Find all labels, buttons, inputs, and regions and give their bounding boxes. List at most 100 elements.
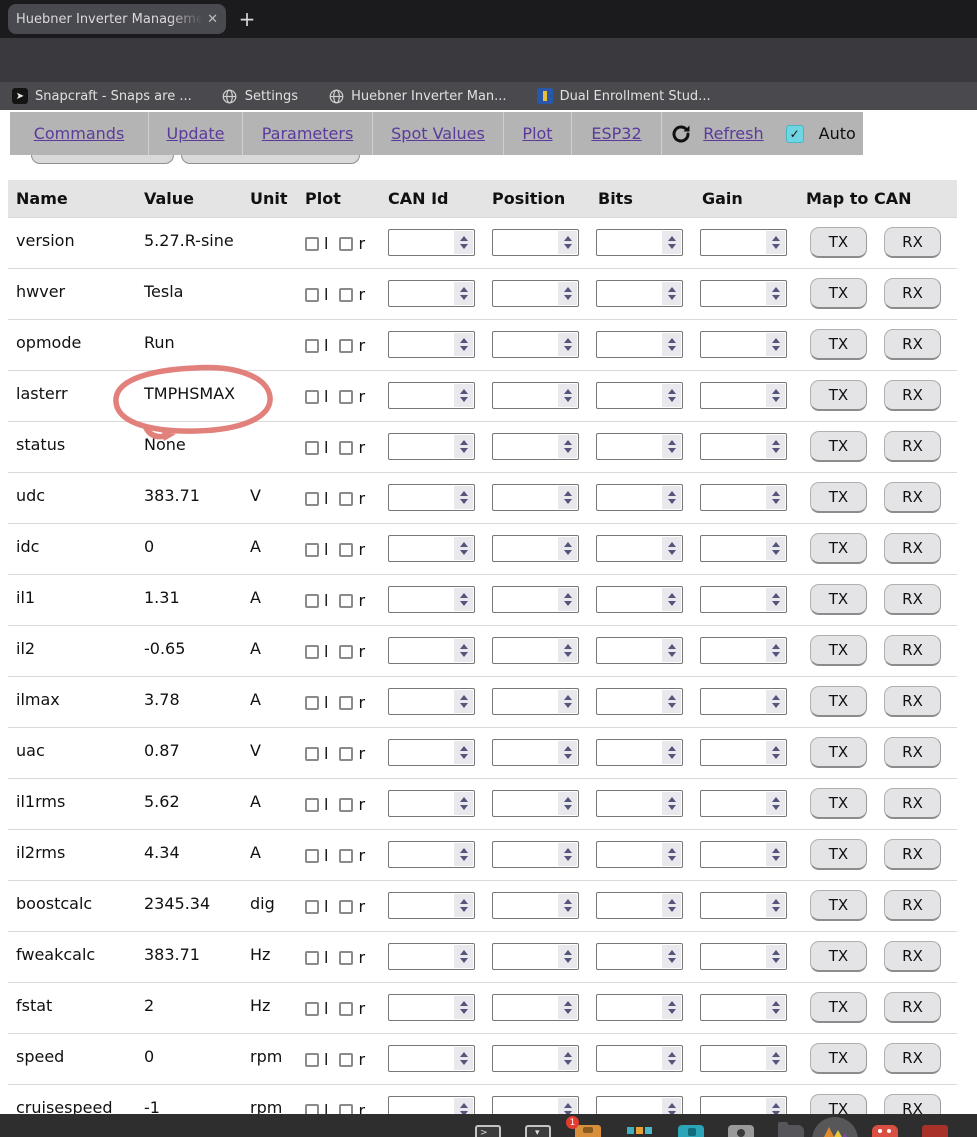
number-spinner[interactable] bbox=[662, 843, 681, 866]
number-spinner[interactable] bbox=[558, 231, 577, 254]
active-colorful-app-icon[interactable] bbox=[822, 1125, 848, 1137]
plot-left-checkbox[interactable] bbox=[305, 849, 319, 863]
plot-right-checkbox[interactable] bbox=[339, 543, 353, 557]
rx-button[interactable]: RX bbox=[884, 737, 941, 768]
number-spinner[interactable] bbox=[766, 384, 785, 407]
rx-button[interactable]: RX bbox=[884, 992, 941, 1023]
plot-left-checkbox[interactable] bbox=[305, 441, 319, 455]
number-spinner[interactable] bbox=[766, 588, 785, 611]
refresh-link[interactable]: Refresh bbox=[703, 124, 763, 143]
plot-left-checkbox[interactable] bbox=[305, 543, 319, 557]
gain-input[interactable] bbox=[700, 739, 787, 766]
rx-button[interactable]: RX bbox=[884, 1043, 941, 1074]
number-spinner[interactable] bbox=[454, 435, 473, 458]
number-spinner[interactable] bbox=[454, 231, 473, 254]
bits-input[interactable] bbox=[596, 535, 683, 562]
gain-input[interactable] bbox=[700, 892, 787, 919]
number-spinner[interactable] bbox=[558, 282, 577, 305]
bits-input[interactable] bbox=[596, 688, 683, 715]
bookmark-item[interactable]: Dual Enrollment Stud... bbox=[537, 88, 711, 104]
camera-app-icon[interactable] bbox=[728, 1125, 754, 1137]
number-spinner[interactable] bbox=[766, 333, 785, 356]
position-input[interactable] bbox=[492, 637, 579, 664]
gain-input[interactable] bbox=[700, 790, 787, 817]
plot-left-checkbox[interactable] bbox=[305, 339, 319, 353]
bits-input[interactable] bbox=[596, 433, 683, 460]
number-spinner[interactable] bbox=[558, 843, 577, 866]
canid-input[interactable] bbox=[388, 331, 475, 358]
number-spinner[interactable] bbox=[662, 333, 681, 356]
position-input[interactable] bbox=[492, 994, 579, 1021]
rx-button[interactable]: RX bbox=[884, 890, 941, 921]
auto-checkbox[interactable]: ✓ bbox=[786, 125, 804, 143]
position-input[interactable] bbox=[492, 535, 579, 562]
plot-right-checkbox[interactable] bbox=[339, 849, 353, 863]
bits-input[interactable] bbox=[596, 994, 683, 1021]
bits-input[interactable] bbox=[596, 637, 683, 664]
number-spinner[interactable] bbox=[766, 894, 785, 917]
nav-link-commands[interactable]: Commands bbox=[34, 124, 125, 143]
tx-button[interactable]: TX bbox=[810, 737, 867, 768]
number-spinner[interactable] bbox=[662, 231, 681, 254]
plot-right-checkbox[interactable] bbox=[339, 951, 353, 965]
number-spinner[interactable] bbox=[454, 333, 473, 356]
new-tab-button[interactable]: + bbox=[234, 6, 260, 32]
cutoff-button-right[interactable] bbox=[181, 155, 360, 164]
number-spinner[interactable] bbox=[454, 945, 473, 968]
red-app-icon[interactable] bbox=[872, 1125, 898, 1137]
gain-input[interactable] bbox=[700, 586, 787, 613]
canid-input[interactable] bbox=[388, 535, 475, 562]
number-spinner[interactable] bbox=[662, 741, 681, 764]
tx-button[interactable]: TX bbox=[810, 1043, 867, 1074]
number-spinner[interactable] bbox=[558, 792, 577, 815]
number-spinner[interactable] bbox=[454, 282, 473, 305]
number-spinner[interactable] bbox=[662, 486, 681, 509]
plot-left-checkbox[interactable] bbox=[305, 900, 319, 914]
number-spinner[interactable] bbox=[662, 282, 681, 305]
number-spinner[interactable] bbox=[662, 384, 681, 407]
canid-input[interactable] bbox=[388, 790, 475, 817]
canid-input[interactable] bbox=[388, 739, 475, 766]
tx-button[interactable]: TX bbox=[810, 533, 867, 564]
rx-button[interactable]: RX bbox=[884, 380, 941, 411]
position-input[interactable] bbox=[492, 229, 579, 256]
nav-link-esp32[interactable]: ESP32 bbox=[591, 124, 641, 143]
position-input[interactable] bbox=[492, 841, 579, 868]
bits-input[interactable] bbox=[596, 739, 683, 766]
bits-input[interactable] bbox=[596, 331, 683, 358]
number-spinner[interactable] bbox=[766, 945, 785, 968]
rx-button[interactable]: RX bbox=[884, 686, 941, 717]
plot-left-checkbox[interactable] bbox=[305, 492, 319, 506]
teal-app-icon[interactable] bbox=[678, 1125, 704, 1137]
plot-left-checkbox[interactable] bbox=[305, 645, 319, 659]
canid-input[interactable] bbox=[388, 229, 475, 256]
rx-button[interactable]: RX bbox=[884, 329, 941, 360]
number-spinner[interactable] bbox=[558, 537, 577, 560]
plot-left-checkbox[interactable] bbox=[305, 798, 319, 812]
nav-link-parameters[interactable]: Parameters bbox=[262, 124, 354, 143]
plot-right-checkbox[interactable] bbox=[339, 441, 353, 455]
number-spinner[interactable] bbox=[454, 843, 473, 866]
tx-button[interactable]: TX bbox=[810, 839, 867, 870]
plot-right-checkbox[interactable] bbox=[339, 1002, 353, 1016]
tx-button[interactable]: TX bbox=[810, 584, 867, 615]
number-spinner[interactable] bbox=[766, 639, 785, 662]
plot-left-checkbox[interactable] bbox=[305, 237, 319, 251]
files-app-icon[interactable] bbox=[778, 1125, 804, 1137]
number-spinner[interactable] bbox=[454, 690, 473, 713]
number-spinner[interactable] bbox=[766, 486, 785, 509]
bits-input[interactable] bbox=[596, 841, 683, 868]
tx-button[interactable]: TX bbox=[810, 992, 867, 1023]
number-spinner[interactable] bbox=[454, 384, 473, 407]
position-input[interactable] bbox=[492, 382, 579, 409]
tx-button[interactable]: TX bbox=[810, 686, 867, 717]
number-spinner[interactable] bbox=[558, 996, 577, 1019]
rx-button[interactable]: RX bbox=[884, 431, 941, 462]
position-input[interactable] bbox=[492, 280, 579, 307]
bits-input[interactable] bbox=[596, 280, 683, 307]
terminal-icon[interactable] bbox=[475, 1125, 501, 1137]
tx-button[interactable]: TX bbox=[810, 788, 867, 819]
number-spinner[interactable] bbox=[662, 537, 681, 560]
gain-input[interactable] bbox=[700, 994, 787, 1021]
position-input[interactable] bbox=[492, 943, 579, 970]
